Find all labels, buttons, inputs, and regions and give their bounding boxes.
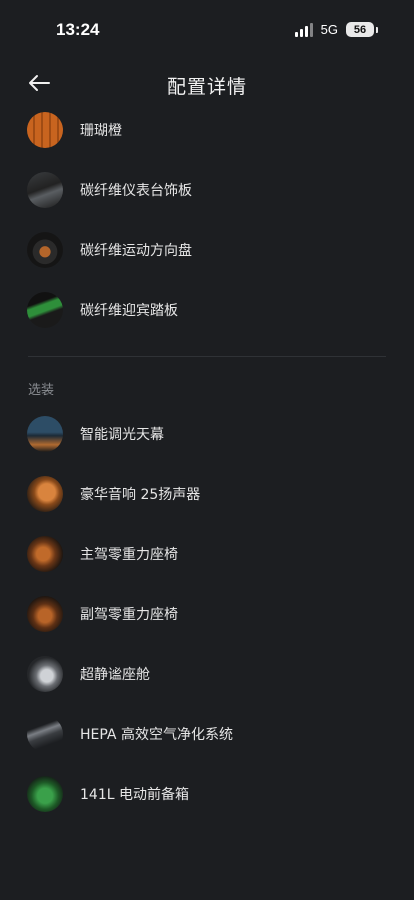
status-indicators: 5G 56 [294,22,378,37]
optional-section-label: 选装 [28,383,55,398]
config-item-carbon-steering-wheel[interactable]: 碳纤维运动方向盘 [0,220,414,280]
hepa-air-purifier-icon [27,716,63,752]
config-item-electric-frunk[interactable]: 141L 电动前备箱 [0,764,414,824]
page-title: 配置详情 [166,76,247,98]
quiet-cabin-icon [27,656,63,692]
premium-speaker-icon [27,476,63,512]
config-item-smart-roof[interactable]: 智能调光天幕 [0,404,414,464]
config-item-hepa-system[interactable]: HEPA 高效空气净化系统 [0,704,414,764]
config-item-label: 超静谧座舱 [80,667,150,683]
driver-zero-gravity-seat-icon [27,536,63,572]
passenger-zero-gravity-seat-icon [27,596,63,632]
config-item-label: 主驾零重力座椅 [80,547,178,563]
coral-orange-swatch-icon [27,112,63,148]
config-list: 珊瑚橙 碳纤维仪表台饰板 碳纤维运动方向盘 碳纤维迎宾踏板 选装 智能调光天幕 … [0,100,414,824]
section-divider [28,356,386,357]
config-item-quiet-cabin[interactable]: 超静谧座舱 [0,644,414,704]
config-item-label: 豪华音响 25扬声器 [80,487,201,503]
config-item-premium-audio[interactable]: 豪华音响 25扬声器 [0,464,414,524]
config-item-label: 副驾零重力座椅 [80,607,178,623]
status-time: 13:24 [56,20,100,39]
electric-frunk-icon [27,776,63,812]
network-type: 5G [320,22,338,37]
config-item-driver-seat[interactable]: 主驾零重力座椅 [0,524,414,584]
config-item-carbon-sill-plate[interactable]: 碳纤维迎宾踏板 [0,280,414,340]
config-item-carbon-dashboard[interactable]: 碳纤维仪表台饰板 [0,160,414,220]
config-item-label: 碳纤维运动方向盘 [80,243,192,259]
battery-level: 56 [353,23,367,36]
config-item-label: 智能调光天幕 [80,427,164,443]
carbon-sill-plate-icon [27,292,63,328]
battery-icon: 56 [346,22,374,37]
battery-nub [376,26,378,33]
config-item-passenger-seat[interactable]: 副驾零重力座椅 [0,584,414,644]
config-item-coral-orange[interactable]: 珊瑚橙 [0,100,414,160]
carbon-steering-wheel-icon [27,232,63,268]
config-item-label: 碳纤维仪表台饰板 [80,183,192,199]
carbon-dashboard-trim-icon [27,172,63,208]
signal-icon [294,22,313,37]
status-bar: 13:24 5G 56 [0,0,414,60]
smart-dimming-roof-icon [27,416,63,452]
config-item-label: 珊瑚橙 [80,123,122,139]
config-item-label: 141L 电动前备箱 [80,787,189,803]
config-item-label: HEPA 高效空气净化系统 [80,727,233,743]
config-item-label: 碳纤维迎宾踏板 [80,303,178,319]
